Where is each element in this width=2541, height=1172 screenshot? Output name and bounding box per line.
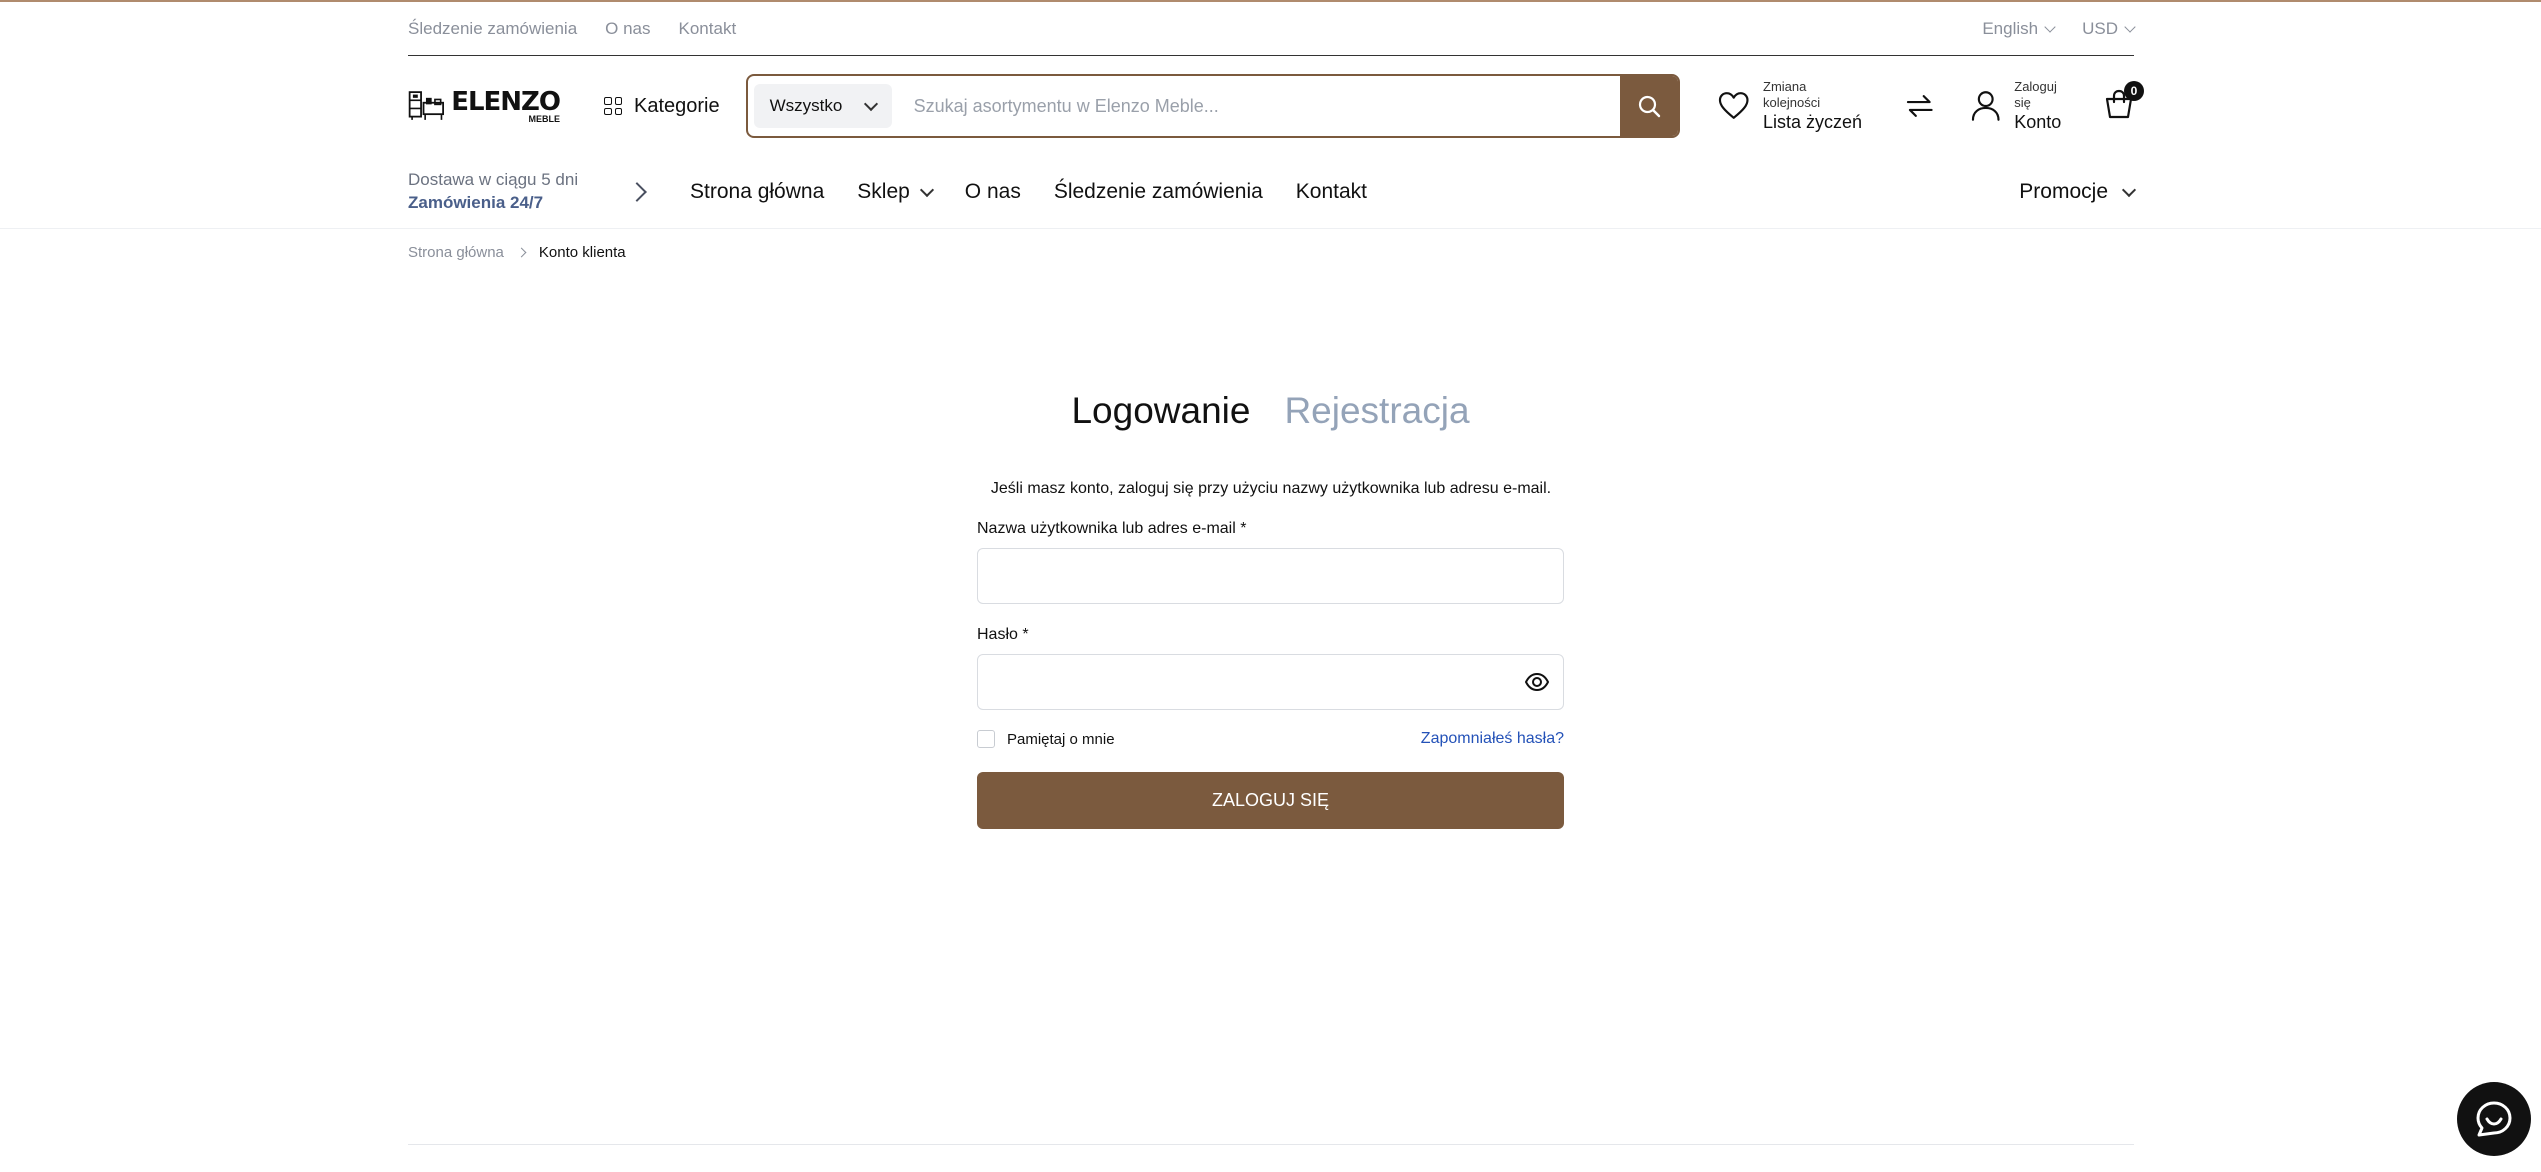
- login-options-row: Pamiętaj o mnie Zapomniałeś hasła?: [977, 730, 1564, 748]
- chevron-down-icon: [863, 96, 878, 111]
- top-link-order-tracking[interactable]: Śledzenie zamówienia: [408, 19, 577, 39]
- furniture-logo-icon: [408, 91, 445, 120]
- nav-item-order-tracking-label: Śledzenie zamówienia: [1053, 180, 1263, 203]
- chevron-down-icon: [2121, 182, 2137, 197]
- account-small-label: Zaloguj się: [2014, 78, 2057, 110]
- nav-divider: [0, 228, 2541, 229]
- remember-me[interactable]: Pamiętaj o mnie: [977, 730, 1115, 748]
- compare-icon[interactable]: [1905, 91, 1935, 121]
- cart-button[interactable]: 0: [2104, 80, 2144, 124]
- remember-me-checkbox[interactable]: [977, 730, 995, 748]
- password-label: Hasło *: [977, 626, 1029, 643]
- forgot-password-link[interactable]: Zapomniałeś hasła?: [1421, 730, 1564, 748]
- promotions-label: Promocje: [2019, 180, 2108, 203]
- username-field-wrapper: [977, 548, 1564, 604]
- login-submit-button[interactable]: ZALOGUJ SIĘ: [977, 772, 1564, 829]
- chevron-down-icon: [2124, 20, 2136, 33]
- remember-me-label: Pamiętaj o mnie: [1007, 730, 1115, 748]
- site-header: ELENZO MEBLE Kategorie Wszystko Zmiana k…: [408, 56, 2144, 156]
- site-logo[interactable]: ELENZO MEBLE: [408, 82, 561, 130]
- account-link[interactable]: Zaloguj się Konto: [1971, 79, 2076, 134]
- search-button[interactable]: [1619, 76, 1678, 136]
- top-links: Śledzenie zamówienia O nas Kontakt: [408, 19, 736, 39]
- categories-label: Kategorie: [634, 94, 720, 117]
- password-field[interactable]: [978, 655, 1563, 709]
- breadcrumb-home[interactable]: Strona główna: [408, 244, 504, 261]
- wishlist-link[interactable]: Zmiana kolejności Lista życzeń: [1718, 79, 1866, 134]
- currency-label: USD: [2082, 18, 2118, 38]
- tab-register[interactable]: Rejestracja: [1284, 390, 1469, 432]
- login-form: Jeśli masz konto, zaloguj się przy użyci…: [977, 480, 1564, 829]
- nav-item-contact-label: Kontakt: [1295, 180, 1368, 203]
- search-category-select[interactable]: Wszystko: [753, 84, 892, 128]
- search-icon: [1638, 95, 1660, 118]
- nav-item-order-tracking[interactable]: Śledzenie zamówienia: [1054, 180, 1263, 204]
- chat-bubble-icon: [2476, 1101, 2512, 1137]
- logo-text: ELENZO MEBLE: [451, 86, 561, 124]
- language-selector[interactable]: English: [1982, 18, 2056, 39]
- chevron-down-icon: [919, 182, 934, 197]
- nav-item-shop-label: Sklep: [857, 180, 910, 203]
- chevron-right-icon[interactable]: [627, 182, 647, 202]
- breadcrumb-current: Konto klienta: [538, 244, 626, 261]
- footer-divider: [408, 1144, 2134, 1145]
- top-link-about[interactable]: O nas: [605, 19, 650, 39]
- delivery-line-2: Zamówienia 24/7: [408, 193, 544, 212]
- logo-sub: MEBLE: [528, 113, 561, 124]
- wishlist-small-label: Zmiana kolejności: [1763, 78, 1821, 110]
- delivery-line-1: Dostawa w ciągu 5 dni: [408, 170, 579, 190]
- promotions-dropdown[interactable]: Promocje: [2019, 180, 2137, 204]
- tab-login[interactable]: Logowanie: [1071, 390, 1250, 432]
- delivery-info: Dostawa w ciągu 5 dni Zamówienia 24/7: [408, 169, 580, 215]
- top-link-contact[interactable]: Kontakt: [679, 19, 737, 39]
- chevron-down-icon: [2044, 20, 2056, 33]
- header-actions: Zmiana kolejności Lista życzeń Zaloguj s…: [1718, 79, 2144, 134]
- chevron-right-icon: [516, 247, 527, 258]
- username-label: Nazwa użytkownika lub adres e-mail *: [977, 520, 1247, 537]
- username-field[interactable]: [978, 549, 1563, 603]
- password-field-wrapper: [977, 654, 1564, 710]
- nav-item-shop[interactable]: Sklep: [857, 180, 934, 204]
- auth-tabs: Logowanie Rejestracja: [0, 390, 2541, 432]
- nav-item-about-label: O nas: [964, 180, 1021, 203]
- nav-item-about[interactable]: O nas: [965, 180, 1021, 204]
- language-label: English: [1982, 18, 2039, 38]
- nav-item-home[interactable]: Strona główna: [690, 180, 824, 204]
- currency-selector[interactable]: USD: [2082, 18, 2136, 39]
- top-bar: Śledzenie zamówienia O nas Kontakt Engli…: [408, 2, 2136, 56]
- breadcrumb: Strona główna Konto klienta: [408, 244, 2134, 261]
- top-selectors: English USD: [1982, 18, 2136, 39]
- main-nav: Dostawa w ciągu 5 dni Zamówienia 24/7 St…: [408, 156, 2137, 228]
- nav-item-home-label: Strona główna: [690, 180, 825, 203]
- eye-icon[interactable]: [1525, 672, 1549, 692]
- login-intro: Jeśli masz konto, zaloguj się przy użyci…: [990, 480, 1552, 497]
- cart-count-badge: 0: [2124, 80, 2144, 101]
- wishlist-label: Lista życzeń: [1763, 112, 1863, 132]
- nav-menu: Strona główna Sklep O nas Śledzenie zamó…: [690, 180, 1367, 204]
- logo-brand: ELENZO: [451, 86, 561, 117]
- account-label: Konto: [2014, 112, 2062, 132]
- user-icon: [1971, 91, 2000, 121]
- categories-button[interactable]: Kategorie: [604, 95, 720, 118]
- search-bar: Wszystko: [745, 74, 1680, 138]
- chat-widget-button[interactable]: [2457, 1082, 2531, 1156]
- search-input[interactable]: [891, 76, 1620, 136]
- search-category-value: Wszystko: [769, 96, 843, 115]
- nav-item-contact[interactable]: Kontakt: [1296, 180, 1367, 204]
- heart-icon: [1718, 92, 1749, 119]
- grid-icon: [604, 97, 622, 115]
